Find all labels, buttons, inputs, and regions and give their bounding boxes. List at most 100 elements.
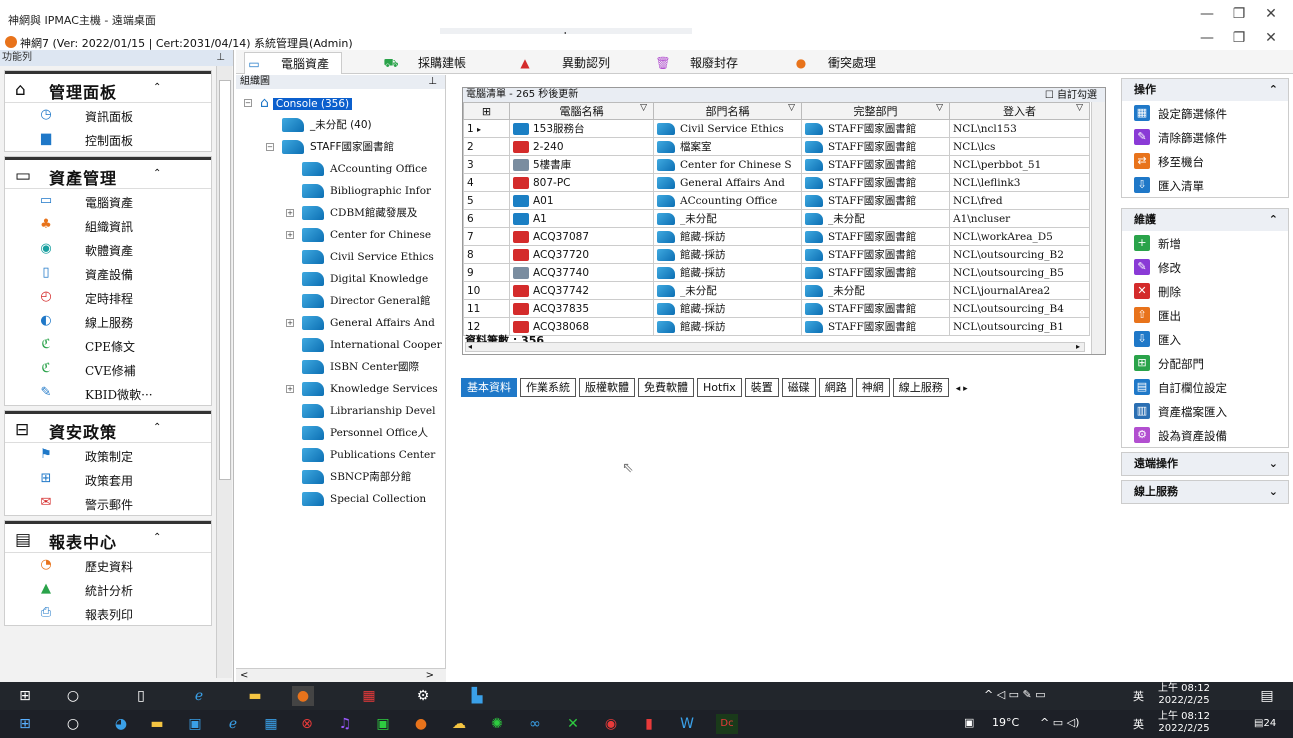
detail-tab[interactable]: 版權軟體 <box>579 378 635 397</box>
action-section-header[interactable]: 操作 ⌃ <box>1122 79 1288 101</box>
tab-conflict[interactable]: ● 衝突處理 <box>792 52 876 74</box>
cell-user[interactable]: NCL\journalArea2 <box>949 281 1090 300</box>
cell-dept[interactable]: _未分配 <box>653 209 802 228</box>
nav-item[interactable]: ◉ 軟體資產 <box>5 237 211 261</box>
cell-dept[interactable]: Civil Service Ethics <box>653 119 802 138</box>
tab-scroll-arrows[interactable]: ◂ ▸ <box>956 384 968 394</box>
tree-node-dept[interactable]: Personnel Office人 <box>302 423 428 443</box>
collapse-icon[interactable]: ⌃ <box>153 532 161 543</box>
tree-node-dept[interactable]: ISBN Center國際 <box>302 357 419 377</box>
cell-fulldept[interactable]: STAFF國家圖書館 <box>801 317 950 336</box>
tree-node-library[interactable]: − STAFF國家圖書館 <box>266 137 394 157</box>
cell-name[interactable]: ACQ37835 <box>509 299 654 318</box>
cell-name[interactable]: ACQ37087 <box>509 227 654 246</box>
collapse-toggle[interactable]: − <box>244 99 252 107</box>
nav-item[interactable]: ▯ 資產設備 <box>5 261 211 285</box>
search-icon[interactable]: ○ <box>62 686 84 706</box>
detail-tab[interactable]: 免費軟體 <box>638 378 694 397</box>
nav-item[interactable]: ▭ 電腦資產 <box>5 189 211 213</box>
scroll-left-icon[interactable]: ◂ <box>468 342 472 351</box>
tree-node-dept[interactable]: Publications Center <box>302 445 435 465</box>
explorer-icon[interactable]: ▬ <box>244 686 266 706</box>
minimize-button[interactable]: — <box>1192 6 1222 26</box>
cell-fulldept[interactable]: STAFF國家圖書館 <box>801 137 950 156</box>
cell-dept[interactable]: 館藏-採訪 <box>653 227 802 246</box>
calendar-icon[interactable]: ▦ <box>358 686 380 706</box>
table-row[interactable]: 7 ACQ37087 館藏-採訪 STAFF國家圖書館 NCL\workArea_D5 <box>463 227 1090 246</box>
scroll-right-icon[interactable]: > <box>426 670 434 681</box>
toggle-icon[interactable]: ⌃ <box>1269 79 1278 101</box>
custom-check[interactable]: ☐ 自訂勾選 <box>1045 89 1097 103</box>
start-icon[interactable]: ⊞ <box>14 686 36 706</box>
action-item[interactable]: ✎ 修改 <box>1122 255 1288 279</box>
expand-toggle[interactable]: + <box>286 209 294 217</box>
cell-dept[interactable]: 館藏-採訪 <box>653 317 802 336</box>
rdp-icon[interactable]: ▙ <box>466 686 488 706</box>
grid-vscrollbar[interactable] <box>1091 102 1105 354</box>
dc-icon[interactable]: Dc <box>716 714 738 734</box>
app2-icon[interactable]: ∞ <box>524 714 546 734</box>
acrobat-icon[interactable]: ▮ <box>638 714 660 734</box>
action-item[interactable]: ⇄ 移至機台 <box>1122 149 1288 173</box>
cell-user[interactable]: NCL\fred <box>949 191 1090 210</box>
nav-item[interactable]: ℭ CVE修補 <box>5 357 211 381</box>
collapse-icon[interactable]: ⌃ <box>153 82 161 93</box>
action-item[interactable]: ⚙ 設為資產設備 <box>1122 423 1288 447</box>
toggle-icon[interactable]: ⌄ <box>1269 481 1278 503</box>
table-row[interactable]: 5 A01 ACcounting Office STAFF國家圖書館 NCL\fred <box>463 191 1090 210</box>
tab-change[interactable]: ▲ 異動認列 <box>516 52 610 74</box>
app-restore-button[interactable]: ❐ <box>1224 30 1254 50</box>
cell-user[interactable]: NCL\leflink3 <box>949 173 1090 192</box>
tree-node-dept[interactable]: Librarianship Devel <box>302 401 435 421</box>
action-item[interactable]: ⇩ 匯入 <box>1122 327 1288 351</box>
cell-fulldept[interactable]: _未分配 <box>801 209 950 228</box>
action-section-header[interactable]: 維護 ⌃ <box>1122 209 1288 231</box>
detail-tab[interactable]: 磁碟 <box>781 378 816 397</box>
notification-icon[interactable]: ▤ <box>1256 686 1278 706</box>
tree-node-dept[interactable]: + Knowledge Services <box>286 379 438 399</box>
nav-item[interactable]: ◷ 資訊面板 <box>5 103 211 127</box>
cell-user[interactable]: NCL\lcs <box>949 137 1090 156</box>
cell-name[interactable]: 2-240 <box>509 137 654 156</box>
table-row[interactable]: 8 ACQ37720 館藏-採訪 STAFF國家圖書館 NCL\outsourcing_… <box>463 245 1090 264</box>
cell-user[interactable]: NCL\ncl153 <box>949 119 1090 138</box>
tree-node-dept[interactable]: SBNCP南部分館 <box>302 467 411 487</box>
expand-toggle[interactable]: + <box>286 231 294 239</box>
nav-item[interactable]: ⎙ 報表列印 <box>5 601 211 625</box>
detail-tab[interactable]: 神網 <box>855 378 890 397</box>
excel-icon[interactable]: ✕ <box>562 714 584 734</box>
col-header-dept[interactable]: 部門名稱 ▽ <box>653 102 802 120</box>
edge-icon[interactable]: ◕ <box>110 714 132 734</box>
cell-dept[interactable]: 檔案室 <box>653 137 802 156</box>
weather-icon[interactable]: ▣ <box>964 716 974 729</box>
cell-name[interactable]: 807-PC <box>509 173 654 192</box>
collapse-icon[interactable]: ⌃ <box>153 422 161 433</box>
detail-tab[interactable]: Hotfix <box>697 378 742 397</box>
line-icon[interactable]: ▣ <box>372 714 394 734</box>
ie-icon[interactable]: ℯ <box>188 686 210 706</box>
nav-item[interactable]: ▲ 統計分析 <box>5 577 211 601</box>
cell-dept[interactable]: _未分配 <box>653 281 802 300</box>
action-item[interactable]: ▥ 資產檔案匯入 <box>1122 399 1288 423</box>
toggle-icon[interactable]: ⌄ <box>1269 453 1278 475</box>
tree-node-dept[interactable]: Civil Service Ethics <box>302 247 434 267</box>
cell-name[interactable]: A1 <box>509 209 654 228</box>
action-section-header[interactable]: 線上服務 ⌄ <box>1122 481 1288 503</box>
cell-fulldept[interactable]: STAFF國家圖書館 <box>801 191 950 210</box>
action-section-header[interactable]: 遠端操作 ⌄ <box>1122 453 1288 475</box>
restore-button[interactable]: ❐ <box>1224 6 1254 26</box>
search-icon[interactable]: ○ <box>62 714 84 734</box>
action-item[interactable]: ✎ 清除篩選條件 <box>1122 125 1288 149</box>
notification-icon[interactable]: ▤24 <box>1254 714 1276 734</box>
start-icon[interactable]: ⊞ <box>14 714 36 734</box>
detail-tab[interactable]: 裝置 <box>744 378 779 397</box>
ime-indicator[interactable]: 英 <box>1133 716 1144 732</box>
table-row[interactable]: 2 2-240 檔案室 STAFF國家圖書館 NCL\lcs <box>463 137 1090 156</box>
cell-user[interactable]: NCL\outsourcing_B1 <box>949 317 1090 336</box>
collapse-icon[interactable]: ⌃ <box>153 168 161 179</box>
table-row[interactable]: 12 ACQ38068 館藏-採訪 STAFF國家圖書館 NCL\outsourcing… <box>463 317 1090 336</box>
left-scrollbar[interactable] <box>216 66 232 678</box>
cell-fulldept[interactable]: STAFF國家圖書館 <box>801 245 950 264</box>
table-row[interactable]: 3 5樓書庫 Center for Chinese S STAFF國家圖書館 NCL\p… <box>463 155 1090 174</box>
table-row[interactable]: 11 ACQ37835 館藏-採訪 STAFF國家圖書館 NCL\outsourcing… <box>463 299 1090 318</box>
